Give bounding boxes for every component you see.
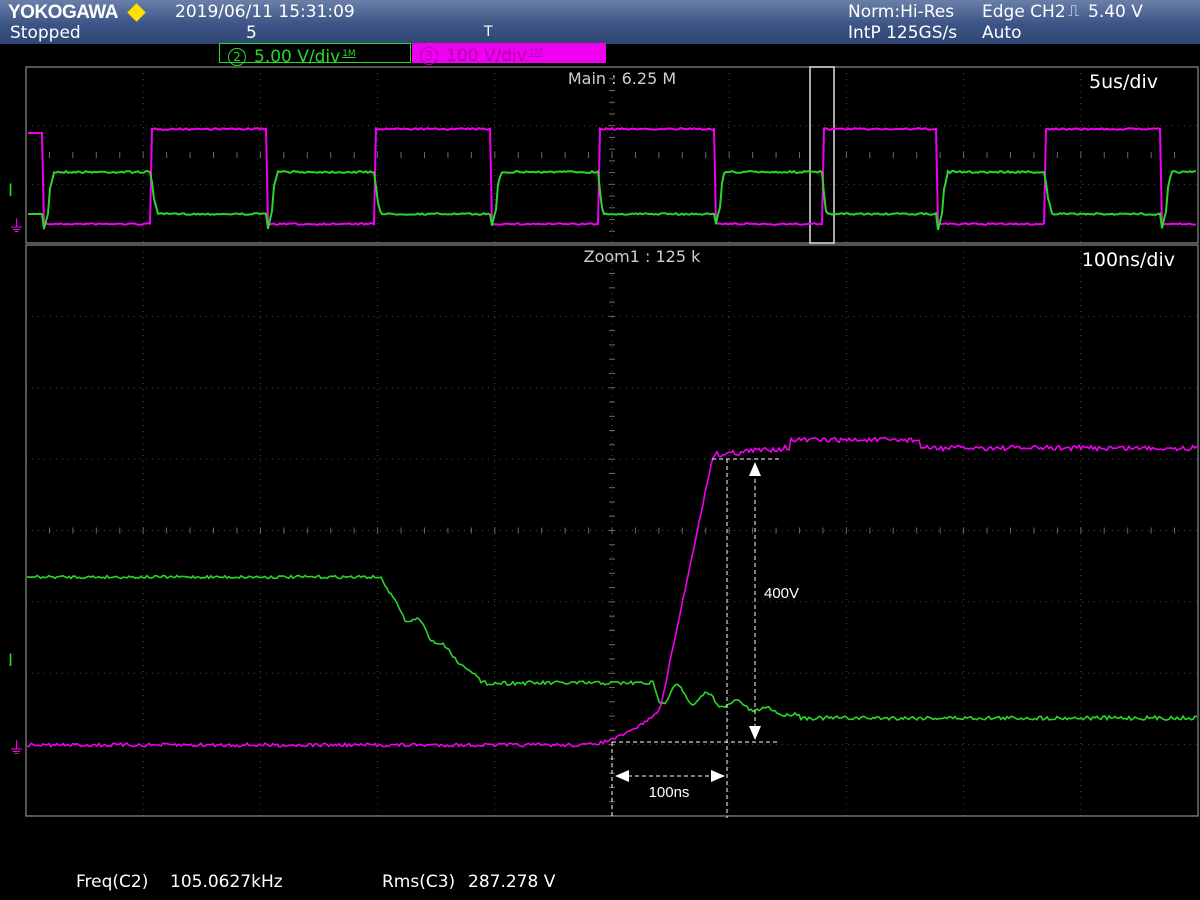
zoom-timebase: 100ns/div: [1082, 249, 1175, 271]
time-annotation: 100ns: [611, 459, 728, 818]
freq-measurement-value: 105.0627kHz: [170, 872, 283, 892]
zoom-grid: [25, 244, 1199, 817]
voltage-label: 400V: [764, 585, 799, 602]
zoom-trace-ch3: [26, 436, 1198, 748]
time-label: 100ns: [649, 784, 690, 801]
voltage-annotation: 400V: [612, 458, 799, 743]
freq-measurement-label: Freq(C2): [76, 872, 149, 892]
main-timebase: 5us/div: [1089, 71, 1158, 93]
zoom-ground-marker[interactable]: ⏚: [8, 739, 25, 759]
main-ground-marker[interactable]: ⏚: [8, 217, 25, 237]
main-window-label: Main : 6.25 M: [568, 69, 676, 88]
scope-display[interactable]: Main : 6.25 M 5us/div Zoom1 : 125 k 100n…: [0, 0, 1200, 900]
main-grid: [25, 66, 1199, 244]
main-ch2-level-marker[interactable]: I: [8, 181, 13, 201]
rms-measurement-label: Rms(C3): [382, 872, 456, 892]
main-trace-ch2: [28, 169, 1197, 231]
zoom-ch2-level-marker[interactable]: I: [8, 651, 13, 671]
main-trace-ch3: [28, 126, 1197, 227]
zoom-window-label: Zoom1 : 125 k: [584, 247, 701, 266]
rms-measurement-value: 287.278 V: [468, 872, 556, 892]
